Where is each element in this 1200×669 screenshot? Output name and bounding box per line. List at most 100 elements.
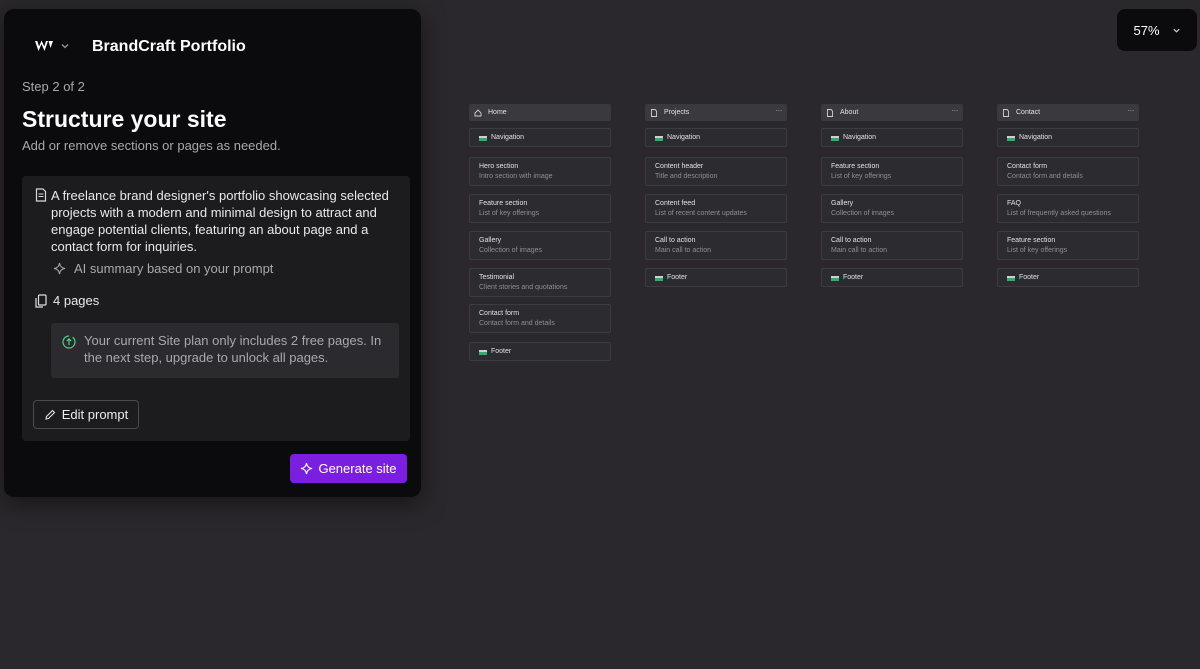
plan-notice: Your current Site plan only includes 2 f… [51,323,399,378]
section-title: Contact form [479,310,520,317]
more-options-icon[interactable]: ··· [776,106,783,115]
footer-icon [479,350,487,355]
ai-summary-note: AI summary based on your prompt [53,261,273,276]
section-card[interactable]: Feature section List of key offerings [469,194,611,223]
section-description: Collection of images [831,210,895,217]
section-description: List of recent content updates [655,210,747,217]
section-description: List of key offerings [479,210,540,217]
section-description: Client stories and quotations [479,284,568,291]
section-title: Footer [491,348,512,355]
section-title: Navigation [667,134,701,141]
upgrade-icon [62,335,76,349]
section-title: Call to action [831,237,872,244]
section-card[interactable]: Gallery Collection of images [821,194,963,223]
page-name: Projects [664,109,690,116]
page-icon [827,108,833,117]
plan-notice-text: Your current Site plan only includes 2 f… [84,333,382,365]
section-title: FAQ [1007,200,1022,207]
section-card[interactable]: Testimonial Client stories and quotation… [469,268,611,297]
footer-icon [831,276,839,281]
section-title: Content feed [655,200,696,207]
section-card[interactable]: Content feed List of recent content upda… [645,194,787,223]
section-card[interactable]: Contact form Contact form and details [469,304,611,333]
webflow-logo-icon [35,40,53,51]
section-footer[interactable]: Footer [997,268,1139,287]
section-card[interactable]: Call to action Main call to action [645,231,787,260]
page-name: Home [488,109,507,116]
section-card[interactable]: Content header Title and description [645,157,787,186]
page-card-contact[interactable]: Contact ··· [997,104,1139,121]
step-indicator: Step 2 of 2 [22,79,85,94]
page-column-home: Home Navigation Hero section Intro secti… [469,104,611,361]
zoom-control[interactable]: 57% [1117,9,1197,51]
section-description: Contact form and details [1007,173,1083,180]
section-footer[interactable]: Footer [469,342,611,361]
section-navigation[interactable]: Navigation [821,128,963,147]
pencil-icon [45,409,56,420]
more-options-icon[interactable]: ··· [1128,106,1135,115]
edit-prompt-label: Edit prompt [61,407,129,422]
sitemap-canvas: BrandCraft Portfolio Step 2 of 2 Structu… [0,0,1200,669]
section-description: List of frequently asked questions [1007,210,1111,217]
structure-panel: BrandCraft Portfolio Step 2 of 2 Structu… [4,9,421,497]
section-card[interactable]: Gallery Collection of images [469,231,611,260]
section-footer[interactable]: Footer [645,268,787,287]
page-icon [1003,108,1009,117]
generate-site-label: Generate site [318,461,397,476]
page-card-about[interactable]: About ··· [821,104,963,121]
section-title: Contact form [1007,163,1048,170]
section-card[interactable]: Feature section List of key offerings [821,157,963,186]
section-description: Intro section with image [479,173,553,180]
section-title: Hero section [479,163,519,170]
page-card-projects[interactable]: Projects ··· [645,104,787,121]
section-title: Navigation [491,134,525,141]
section-title: Navigation [1019,134,1053,141]
section-title: Feature section [479,200,528,207]
edit-prompt-button[interactable]: Edit prompt [33,400,139,429]
section-navigation[interactable]: Navigation [997,128,1139,147]
section-title: Footer [1019,274,1040,281]
more-options-icon[interactable]: ··· [952,106,959,115]
page-icon [651,108,657,117]
page-title: Structure your site [22,106,227,132]
section-title: Navigation [843,134,877,141]
section-description: Main call to action [655,247,712,254]
page-name: Contact [1016,109,1041,116]
sparkle-icon [53,262,66,275]
footer-icon [655,276,663,281]
section-title: Feature section [1007,237,1056,244]
section-description: List of key offerings [831,173,892,180]
pages-icon [35,293,47,308]
section-card[interactable]: Feature section List of key offerings [997,231,1139,260]
section-title: Feature section [831,163,880,170]
section-card[interactable]: Call to action Main call to action [821,231,963,260]
site-summary: A freelance brand designer's portfolio s… [51,188,389,254]
navigation-icon [655,136,663,141]
section-card[interactable]: Hero section Intro section with image [469,157,611,186]
document-icon [35,188,47,202]
section-description: Collection of images [479,247,543,254]
logo-menu[interactable] [34,39,70,53]
section-title: Call to action [655,237,696,244]
home-icon [474,108,482,116]
pages-count-label: 4 pages [53,293,100,308]
section-navigation[interactable]: Navigation [645,128,787,147]
page-card-home[interactable]: Home [469,104,611,121]
generate-site-button[interactable]: Generate site [290,454,407,483]
chevron-down-icon [1172,28,1180,33]
section-card[interactable]: FAQ List of frequently asked questions [997,194,1139,223]
navigation-icon [1007,136,1015,141]
zoom-value: 57% [1133,22,1160,38]
section-description: Title and description [655,173,718,180]
chevron-down-icon [61,44,69,49]
section-description: Contact form and details [479,320,555,327]
footer-icon [1007,276,1015,281]
section-description: List of key offerings [1007,247,1068,254]
section-card[interactable]: Contact form Contact form and details [997,157,1139,186]
page-column-projects: Projects ··· Navigation Content header T… [645,104,787,287]
section-navigation[interactable]: Navigation [469,128,611,147]
navigation-icon [831,136,839,141]
ai-summary-label: AI summary based on your prompt [74,261,274,276]
section-footer[interactable]: Footer [821,268,963,287]
page-name: About [840,109,859,116]
